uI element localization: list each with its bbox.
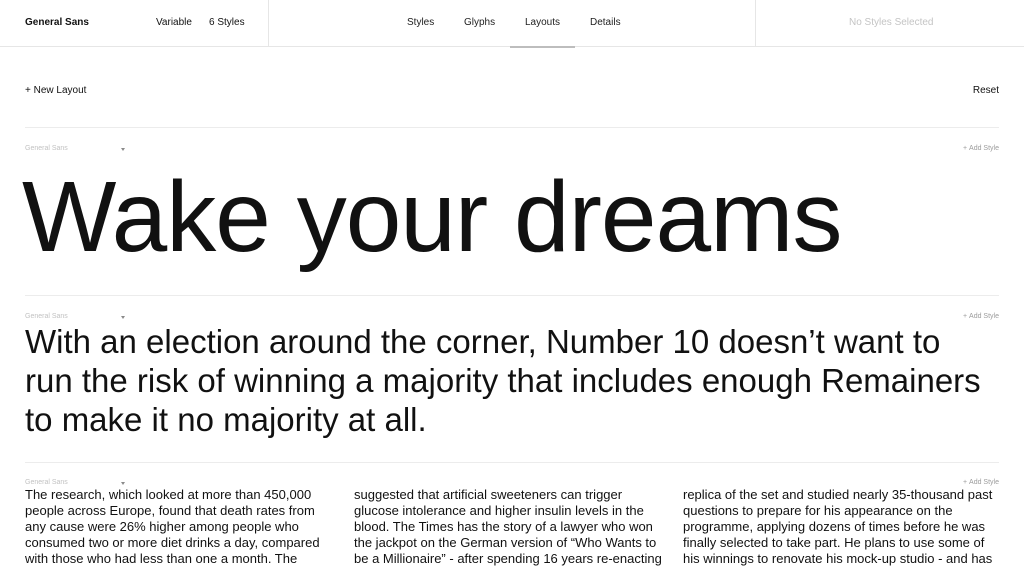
section-divider: [25, 127, 999, 128]
caret-down-icon[interactable]: [121, 316, 125, 319]
display-text[interactable]: Wake your dreams: [22, 162, 842, 272]
body-text-column[interactable]: suggested that artificial sweeteners can…: [354, 487, 664, 567]
new-layout-button[interactable]: + New Layout: [25, 85, 86, 96]
body-text-column[interactable]: replica of the set and studied nearly 35…: [683, 487, 993, 567]
body-text-column[interactable]: The research, which looked at more than …: [25, 487, 335, 567]
tab-glyphs[interactable]: Glyphs: [464, 17, 495, 28]
section-divider: [25, 462, 999, 463]
add-style-label: Add Style: [969, 313, 999, 320]
add-style-button[interactable]: + Add Style: [963, 145, 999, 152]
tab-styles[interactable]: Styles: [407, 17, 434, 28]
caret-down-icon[interactable]: [121, 148, 125, 151]
active-tab-indicator: [510, 46, 575, 48]
subhead-text[interactable]: With an election around the corner, Numb…: [25, 322, 985, 439]
add-style-button[interactable]: + Add Style: [963, 479, 999, 486]
font-select[interactable]: General Sans: [25, 313, 68, 320]
tab-layouts[interactable]: Layouts: [525, 17, 560, 28]
variable-link[interactable]: Variable: [156, 17, 192, 28]
add-style-button[interactable]: + Add Style: [963, 313, 999, 320]
font-select-label: General Sans: [25, 145, 68, 152]
add-style-label: Add Style: [969, 479, 999, 486]
font-select-label: General Sans: [25, 313, 68, 320]
plus-icon: +: [962, 479, 968, 486]
tab-details[interactable]: Details: [590, 17, 621, 28]
caret-down-icon[interactable]: [121, 482, 125, 485]
font-select-label: General Sans: [25, 479, 68, 486]
font-select[interactable]: General Sans: [25, 145, 68, 152]
divider: [268, 0, 269, 47]
font-select[interactable]: General Sans: [25, 479, 68, 486]
add-style-label: Add Style: [969, 145, 999, 152]
plus-icon: +: [962, 313, 968, 320]
top-bar: General Sans Variable 6 Styles Styles Gl…: [0, 0, 1024, 48]
divider: [755, 0, 756, 47]
reset-button[interactable]: Reset: [973, 85, 999, 96]
plus-icon: +: [962, 145, 968, 152]
styles-count-link[interactable]: 6 Styles: [209, 17, 245, 28]
selection-status: No Styles Selected: [849, 17, 934, 28]
section-divider: [25, 295, 999, 296]
font-family-name: General Sans: [25, 17, 89, 28]
